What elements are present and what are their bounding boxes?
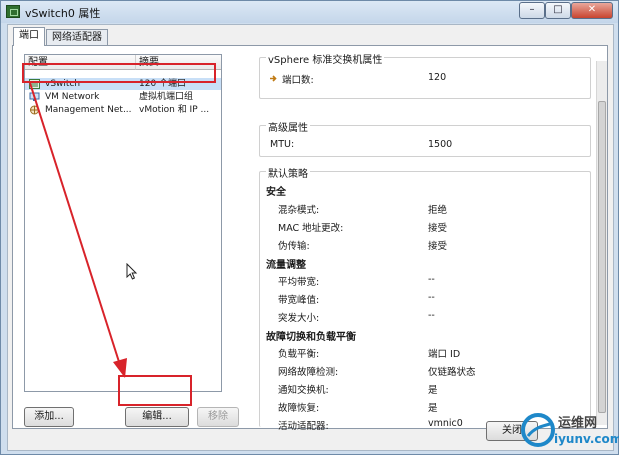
annotation-arrow [29, 82, 127, 378]
tab-ports[interactable]: 端口 [13, 27, 45, 46]
mouse-cursor-icon [126, 263, 138, 280]
watermark-name: 运维网 [558, 416, 598, 431]
watermark-url: iyunv.com [554, 432, 619, 446]
watermark: 运维网 iyunv.com [518, 410, 619, 452]
watermark-logo-icon [521, 413, 555, 447]
